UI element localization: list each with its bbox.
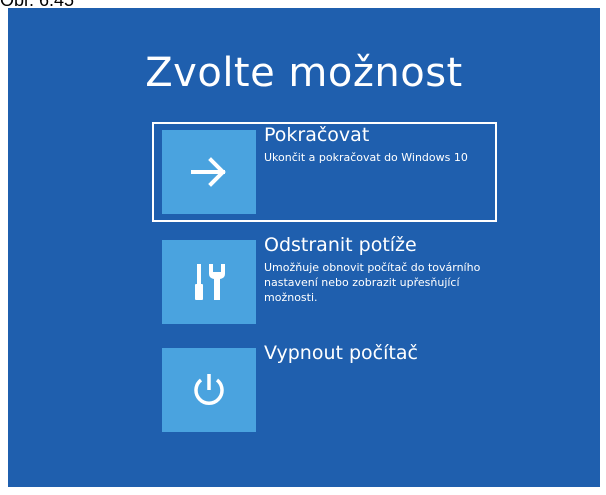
troubleshoot-option[interactable]: Odstranit potíže Umožňuje obnovit počíta… [152,232,497,332]
power-icon [194,374,224,405]
continue-title: Pokračovat [264,124,370,146]
shutdown-option[interactable]: Vypnout počítač [152,340,497,440]
troubleshoot-description: Umožňuje obnovit počítač do továrního na… [264,261,481,304]
shutdown-tile [162,348,256,432]
troubleshoot-tools-icon [195,264,225,300]
recovery-screen: Zvolte možnost Pokračovat Ukončit a pokr… [8,8,600,487]
continue-description: Ukončit a pokračovat do Windows 10 [264,151,468,164]
troubleshoot-title: Odstranit potíže [264,234,417,256]
page-title: Zvolte možnost [145,50,463,96]
shutdown-title: Vypnout počítač [264,342,418,364]
continue-tile [162,130,256,214]
troubleshoot-tile [162,240,256,324]
continue-option[interactable]: Pokračovat Ukončit a pokračovat do Windo… [152,122,497,222]
arrow-right-icon [191,157,226,187]
